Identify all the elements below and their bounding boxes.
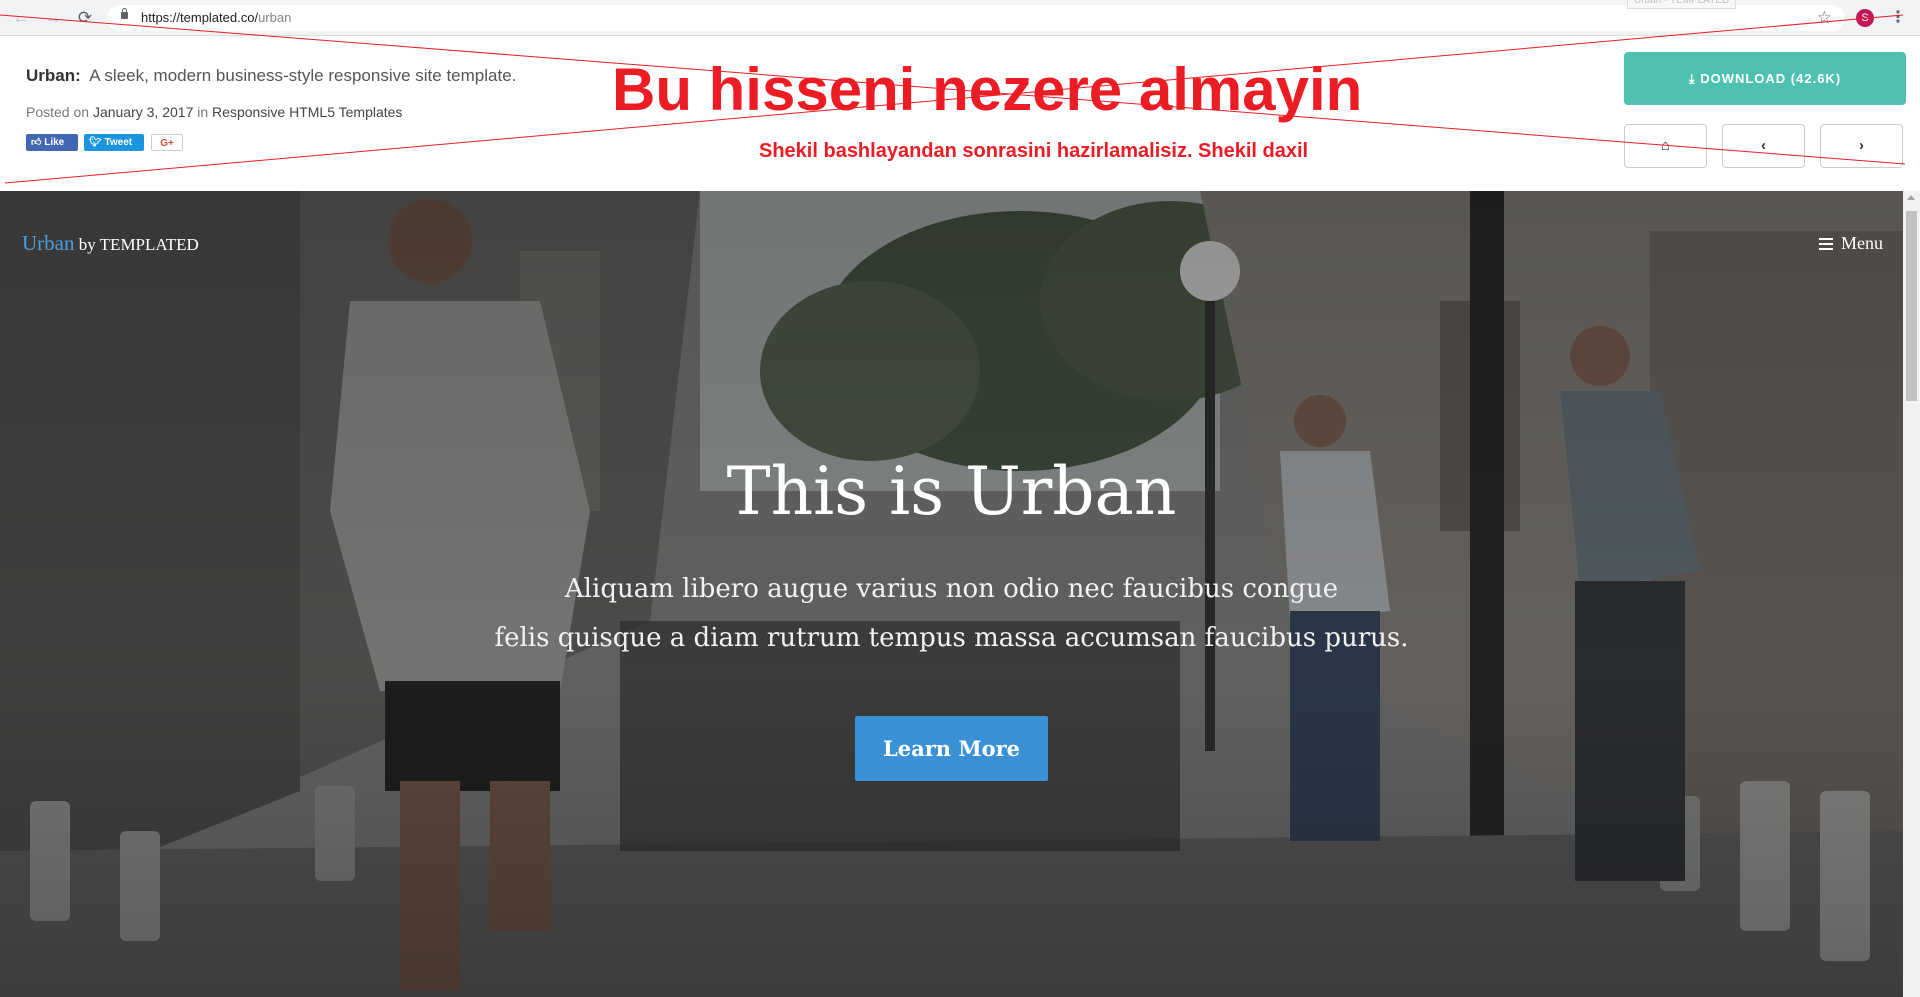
lock-icon [121,8,128,19]
hero-text-line-1: Aliquam libero augue varius non odio nec… [564,574,1339,604]
hero-title: This is Urban [726,453,1177,530]
hero-banner: Urban by TEMPLATED Menu This is Urban Al… [0,191,1903,997]
post-meta: Posted on January 3, 2017 in Responsive … [26,104,402,120]
download-label: DOWNLOAD (42.6K) [1700,71,1842,86]
annotation-heading: Bu hisseni nezere almayin [612,56,1363,123]
scrollbar-thumb[interactable] [1906,211,1917,401]
hamburger-icon [1819,238,1833,250]
url-host: https://templated.co/ [141,10,259,25]
posted-prefix: Posted on [26,104,90,120]
template-name: Urban: [26,66,81,85]
brand-name: Urban [22,231,75,255]
posted-date-link[interactable]: January 3, 2017 [93,104,193,120]
browser-toolbar: ← → ⟳ https://templated.co/urban ☆ Urban… [0,0,1920,36]
site-logo[interactable]: Urban by TEMPLATED [22,231,199,256]
chevron-left-icon: ‹ [1761,137,1766,154]
tweet-button[interactable]: 🐦︎ Tweet [84,134,144,151]
template-description: A sleek, modern business-style responsiv… [89,66,517,85]
google-plus-button[interactable]: G+ [151,134,183,151]
menu-label: Menu [1841,233,1883,253]
url-path: urban [258,10,292,25]
tab-tooltip: Urban - TEMPLATED [1627,0,1737,9]
back-arrow-icon[interactable]: ← [10,7,32,29]
category-link[interactable]: Responsive HTML5 Templates [212,104,402,120]
address-bar[interactable]: https://templated.co/urban ☆ [107,5,1845,31]
scroll-up-arrow-icon[interactable] [1907,195,1915,200]
facebook-like-button[interactable]: 👍︎ Like [26,134,78,151]
tweet-label: Tweet [104,137,133,148]
fb-like-label: Like [44,137,65,148]
hero-text: Aliquam libero augue varius non odio nec… [0,565,1903,663]
browser-menu-icon[interactable]: ⋮ [1890,7,1906,29]
home-icon: ⌂ [1660,137,1671,154]
annotation-subheading: Shekil bashlayandan sonrasini hazirlamal… [759,140,1309,162]
next-template-button[interactable]: › [1820,124,1903,168]
chevron-right-icon: › [1859,137,1864,154]
posted-in: in [197,104,209,120]
bookmark-star-icon[interactable]: ☆ [1817,8,1832,28]
brand-by: by TEMPLATED [78,235,199,254]
learn-more-button[interactable]: Learn More [855,716,1048,781]
home-button[interactable]: ⌂ [1624,124,1707,168]
menu-toggle[interactable]: Menu [1819,233,1883,254]
forward-arrow-icon[interactable]: → [42,7,64,29]
template-title: Urban: A sleek, modern business-style re… [26,66,516,86]
previous-template-button[interactable]: ‹ [1722,124,1805,168]
reload-icon[interactable]: ⟳ [74,7,96,29]
hero-text-line-2: felis quisque a diam rutrum tempus massa… [494,623,1409,653]
profile-avatar[interactable]: S [1856,9,1874,27]
download-button[interactable]: ⤓ DOWNLOAD (42.6K) [1624,52,1906,105]
url-text[interactable]: https://templated.co/urban [141,10,291,25]
